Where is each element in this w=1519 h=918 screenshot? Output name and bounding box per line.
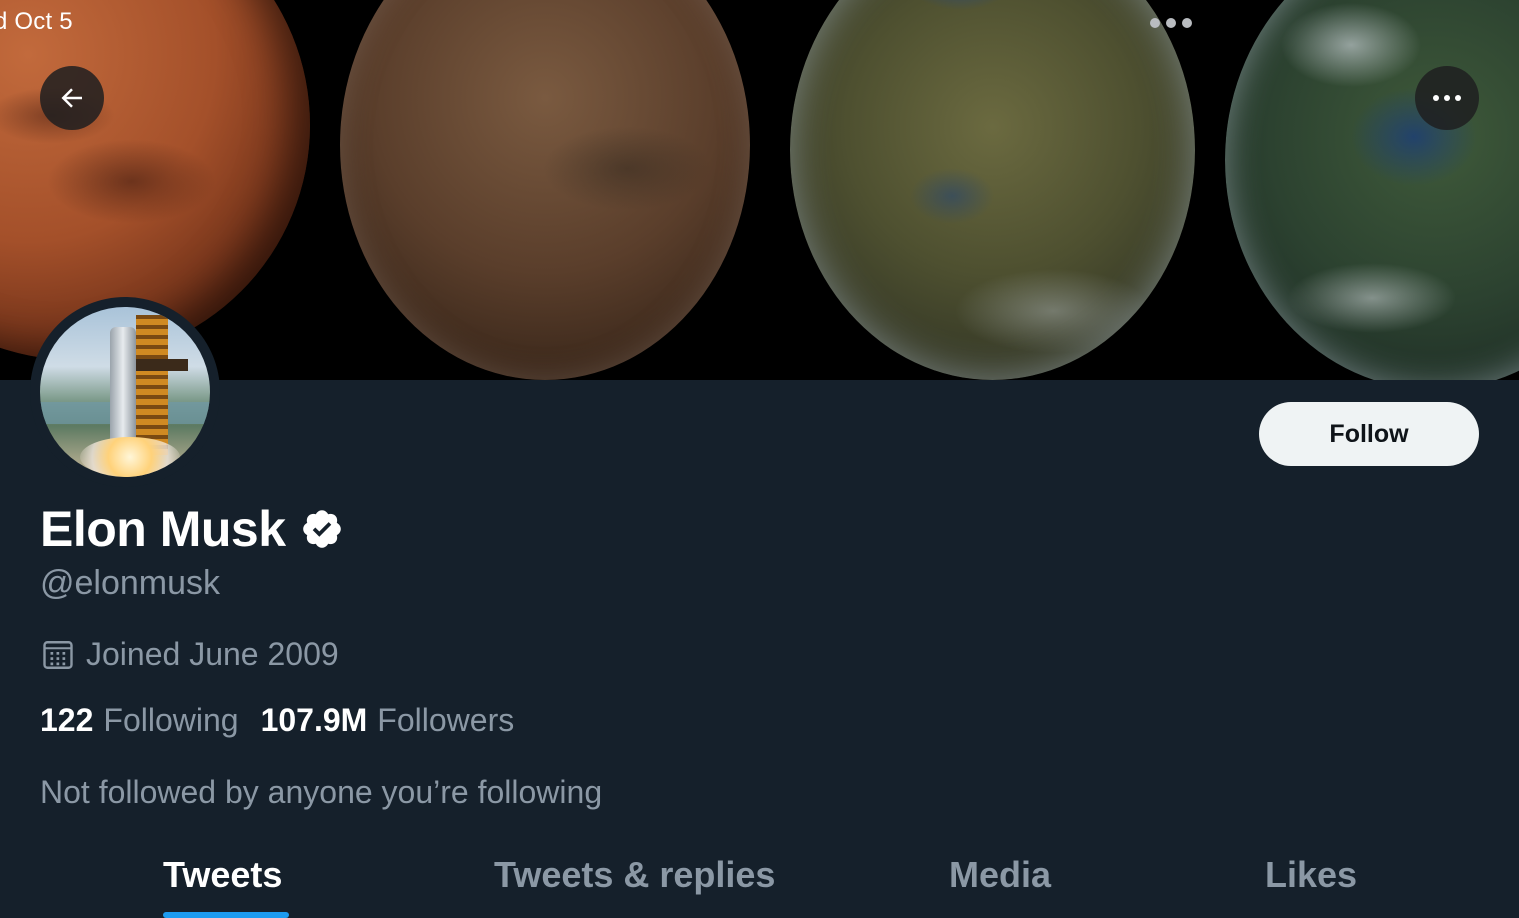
follow-button[interactable]: Follow <box>1259 402 1479 466</box>
followers-link[interactable]: 107.9M Followers <box>261 702 515 739</box>
multitasking-dots-icon[interactable] <box>1150 18 1192 28</box>
banner-planet-stage-4 <box>1225 0 1519 380</box>
following-link[interactable]: 122 Following <box>40 702 239 739</box>
verified-badge-icon <box>302 510 341 548</box>
calendar-icon <box>43 640 73 669</box>
profile-handle: @elonmusk <box>40 564 221 602</box>
tab-tweets[interactable]: Tweets <box>163 854 282 896</box>
profile-banner[interactable] <box>0 0 1519 380</box>
tab-likes[interactable]: Likes <box>1265 854 1357 896</box>
profile-name: Elon Musk <box>40 501 286 557</box>
joined-date-row: Joined June 2009 <box>40 636 339 673</box>
back-button[interactable] <box>40 66 104 130</box>
followers-count: 107.9M <box>260 702 368 738</box>
profile-name-row: Elon Musk <box>40 500 344 558</box>
followers-label: Followers <box>377 702 515 738</box>
following-label: Following <box>103 702 239 738</box>
joined-date: Joined June 2009 <box>86 636 339 672</box>
tab-media[interactable]: Media <box>949 854 1051 896</box>
avatar[interactable] <box>30 297 220 487</box>
banner-planet-stage-3 <box>790 0 1195 380</box>
avatar-image <box>40 307 210 477</box>
banner-planet-stage-2 <box>340 0 750 380</box>
follow-stats: 122 Following 107.9M Followers <box>40 702 514 739</box>
arrow-left-icon <box>61 88 82 108</box>
tab-tweets-and-replies[interactable]: Tweets & replies <box>494 854 775 896</box>
status-bar-date: d Oct 5 <box>0 8 73 35</box>
more-options-button[interactable] <box>1415 66 1479 130</box>
social-context-text: Not followed by anyone you’re following <box>40 774 603 810</box>
following-count: 122 <box>40 702 94 738</box>
active-tab-indicator <box>163 912 289 918</box>
profile-tabs: Tweets Tweets & replies Media Likes <box>0 840 1519 918</box>
more-horizontal-icon <box>1433 95 1461 101</box>
